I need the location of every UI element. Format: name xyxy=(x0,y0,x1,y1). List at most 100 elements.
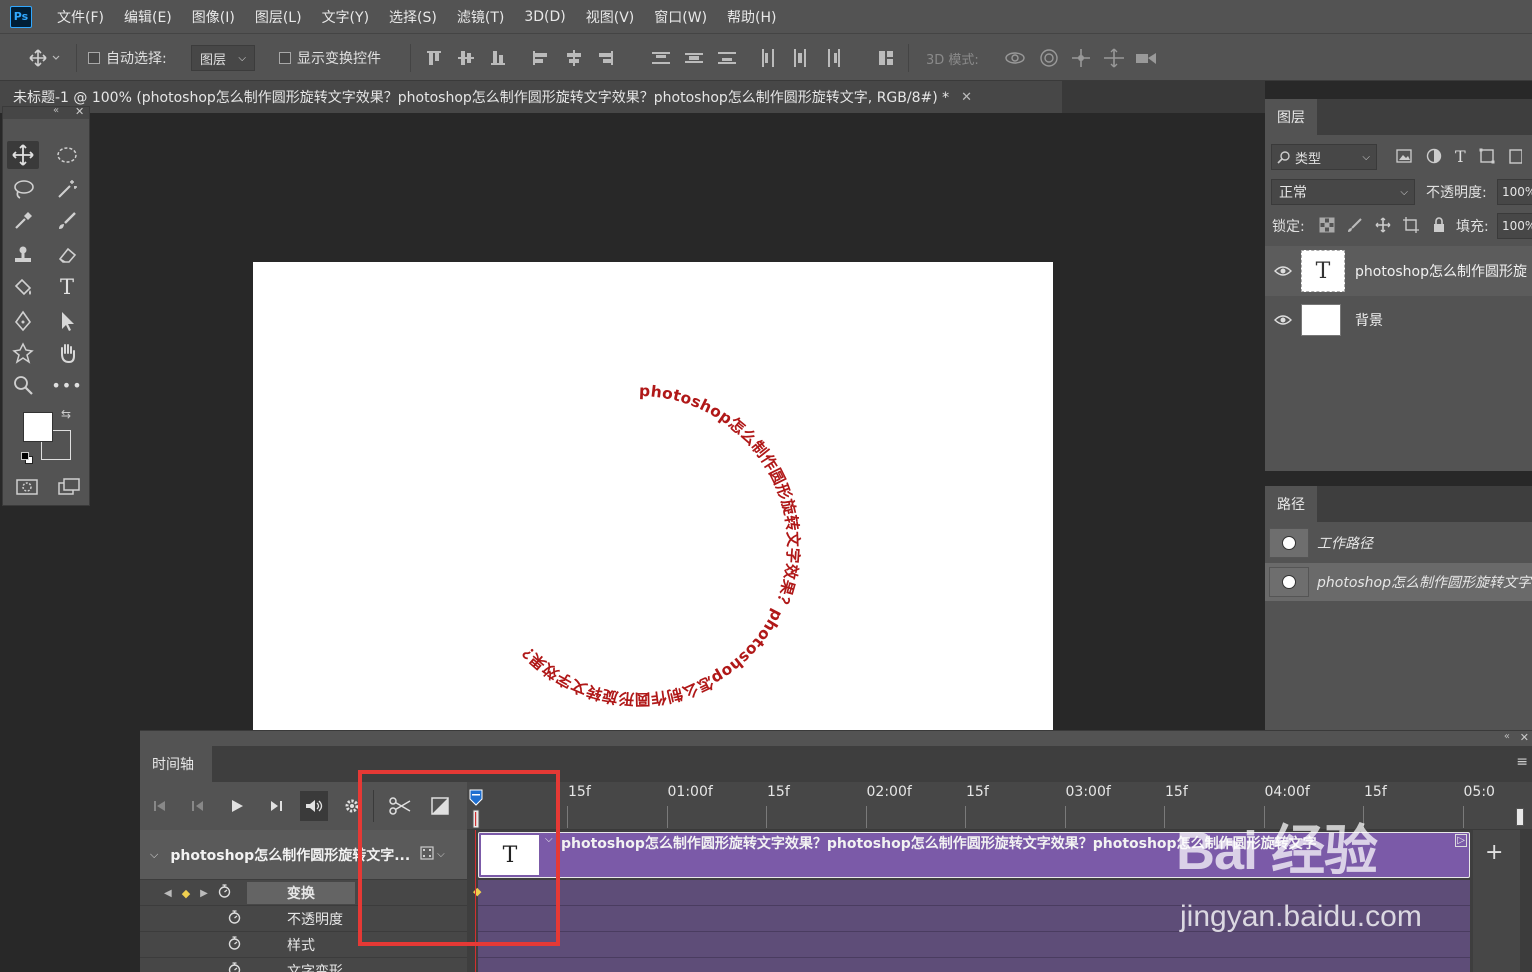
stopwatch-icon[interactable] xyxy=(228,910,241,928)
tab-layers[interactable]: 图层 xyxy=(1265,99,1317,135)
auto-select-checkbox[interactable]: 自动选择: xyxy=(88,34,167,82)
pen-tool-icon[interactable] xyxy=(7,307,39,335)
layer-row-background[interactable]: 背景 xyxy=(1265,297,1532,343)
stopwatch-icon[interactable] xyxy=(228,962,241,972)
opacity-input[interactable]: 100% xyxy=(1497,179,1532,205)
visibility-eye-icon[interactable] xyxy=(1265,314,1301,326)
property-row-style[interactable]: 样式 xyxy=(140,933,467,958)
film-strip-icon[interactable] xyxy=(420,845,434,864)
document-tab[interactable]: 未标题-1 @ 100% (photoshop怎么制作圆形旋转文字效果？phot… xyxy=(0,81,1062,113)
align-horizontal-center-icon[interactable] xyxy=(564,34,584,82)
add-media-button[interactable]: + xyxy=(1485,840,1503,865)
lock-all-icon[interactable] xyxy=(1431,217,1447,233)
align-top-icon[interactable] xyxy=(424,34,444,82)
paint-bucket-tool-icon[interactable] xyxy=(7,273,39,301)
work-area-end-handle[interactable] xyxy=(1516,808,1524,826)
menu-type[interactable]: 文字(Y) xyxy=(322,7,369,27)
settings-gear-icon[interactable] xyxy=(338,782,366,830)
keyframe-diamond-icon[interactable]: ◆ xyxy=(182,887,190,900)
chevron-down-icon[interactable]: ⌵ xyxy=(150,848,158,862)
track-layer-header[interactable]: ⌵ photoshop怎么制作圆形旋转文字... ⌵ xyxy=(140,830,467,880)
previous-keyframe-icon[interactable]: ◀ xyxy=(164,888,172,899)
zoom-tool-icon[interactable] xyxy=(7,371,39,399)
3d-pan-icon[interactable] xyxy=(1070,34,1092,82)
3d-scale-icon[interactable] xyxy=(1134,34,1158,82)
auto-select-target-dropdown[interactable]: 图层 ⌵ xyxy=(191,45,255,71)
type-tool-icon[interactable]: T xyxy=(51,273,83,301)
screen-mode-icon[interactable] xyxy=(53,473,85,501)
blend-mode-dropdown[interactable]: 正常 ⌵ xyxy=(1271,179,1415,205)
next-keyframe-icon[interactable]: ▶ xyxy=(200,888,208,899)
eyedropper-tool-icon[interactable] xyxy=(7,207,39,235)
transition-icon[interactable] xyxy=(426,782,454,830)
default-colors-icon[interactable] xyxy=(21,452,33,464)
align-vertical-center-icon[interactable] xyxy=(456,34,476,82)
align-bottom-icon[interactable] xyxy=(488,34,508,82)
lock-pixels-icon[interactable] xyxy=(1347,217,1363,233)
3d-roll-icon[interactable] xyxy=(1038,34,1060,82)
more-tools-icon[interactable]: ••• xyxy=(51,371,83,399)
hand-tool-icon[interactable] xyxy=(51,339,83,367)
quick-mask-icon[interactable] xyxy=(11,473,43,501)
distribute-right-icon[interactable] xyxy=(824,34,844,82)
marquee-tool-icon[interactable] xyxy=(51,141,83,169)
menu-edit[interactable]: 编辑(E) xyxy=(124,7,172,27)
timeline-clip[interactable]: T ⌵ photoshop怎么制作圆形旋转文字效果？photoshop怎么制作圆… xyxy=(478,832,1470,878)
lasso-tool-icon[interactable] xyxy=(7,175,39,203)
pixel-filter-icon[interactable] xyxy=(1395,147,1413,165)
chevron-down-icon[interactable]: ⌵ xyxy=(545,834,553,845)
menu-window[interactable]: 窗口(W) xyxy=(654,7,707,27)
layer-name[interactable]: photoshop怎么制作圆形旋 xyxy=(1355,261,1527,281)
magic-wand-tool-icon[interactable] xyxy=(51,175,83,203)
tab-timeline[interactable]: 时间轴 xyxy=(140,746,212,782)
3d-slide-icon[interactable] xyxy=(1102,34,1126,82)
split-clip-scissors-icon[interactable] xyxy=(386,782,414,830)
layer-row-text[interactable]: T photoshop怎么制作圆形旋 xyxy=(1265,246,1532,296)
brush-tool-icon[interactable] xyxy=(51,207,83,235)
close-icon[interactable]: ✕ xyxy=(1520,731,1529,744)
menu-file[interactable]: 文件(F) xyxy=(57,7,104,27)
align-right-icon[interactable] xyxy=(596,34,616,82)
clip-end-arrow-icon[interactable]: ▷ xyxy=(1455,834,1467,847)
collapse-icon[interactable]: « xyxy=(1504,731,1510,742)
distribute-left-icon[interactable] xyxy=(758,34,778,82)
lock-transparent-icon[interactable] xyxy=(1319,217,1335,233)
stopwatch-icon[interactable] xyxy=(218,884,231,902)
auto-align-icon[interactable] xyxy=(876,34,896,82)
timeline-scrollbar[interactable] xyxy=(1520,830,1532,972)
distribute-horizontal-center-icon[interactable] xyxy=(790,34,810,82)
property-row-text-warp[interactable]: 文字变形 xyxy=(140,959,467,972)
menu-view[interactable]: 视图(V) xyxy=(586,7,635,27)
lock-artboard-icon[interactable] xyxy=(1403,217,1419,233)
close-icon[interactable]: ✕ xyxy=(75,105,84,118)
panel-menu-icon[interactable]: ≡ xyxy=(1516,754,1528,770)
custom-shape-tool-icon[interactable] xyxy=(7,339,39,367)
visibility-eye-icon[interactable] xyxy=(1265,265,1301,277)
align-left-icon[interactable] xyxy=(530,34,550,82)
path-row-work-path[interactable]: 工作路径 xyxy=(1265,524,1532,562)
move-tool-preset-icon[interactable] xyxy=(26,34,60,82)
3d-orbit-icon[interactable] xyxy=(1004,34,1026,82)
menu-help[interactable]: 帮助(H) xyxy=(727,7,776,27)
playhead-icon[interactable] xyxy=(467,788,491,828)
property-row-transform[interactable]: ◀ ◆ ▶ 变换 xyxy=(140,881,467,906)
menu-image[interactable]: 图像(I) xyxy=(192,7,235,27)
layer-filter-dropdown[interactable]: 类型 ⌵ xyxy=(1271,144,1377,170)
shape-filter-icon[interactable] xyxy=(1478,147,1496,165)
play-icon[interactable] xyxy=(223,782,251,830)
previous-frame-icon[interactable] xyxy=(184,782,212,830)
menu-layer[interactable]: 图层(L) xyxy=(255,7,302,27)
distribute-vertical-center-icon[interactable] xyxy=(683,34,705,82)
adjustment-filter-icon[interactable] xyxy=(1425,147,1443,165)
tab-paths[interactable]: 路径 xyxy=(1265,486,1317,522)
foreground-color-swatch[interactable] xyxy=(23,412,53,442)
audio-icon[interactable] xyxy=(300,791,328,821)
type-filter-icon[interactable]: T xyxy=(1455,147,1466,166)
property-row-opacity[interactable]: 不透明度 xyxy=(140,907,467,932)
distribute-top-icon[interactable] xyxy=(650,34,672,82)
path-selection-tool-icon[interactable] xyxy=(51,307,83,335)
show-transform-checkbox[interactable]: 显示变换控件 xyxy=(279,34,381,82)
menu-filter[interactable]: 滤镜(T) xyxy=(457,7,504,27)
lock-position-icon[interactable] xyxy=(1375,217,1391,233)
stamp-tool-icon[interactable] xyxy=(7,241,39,269)
